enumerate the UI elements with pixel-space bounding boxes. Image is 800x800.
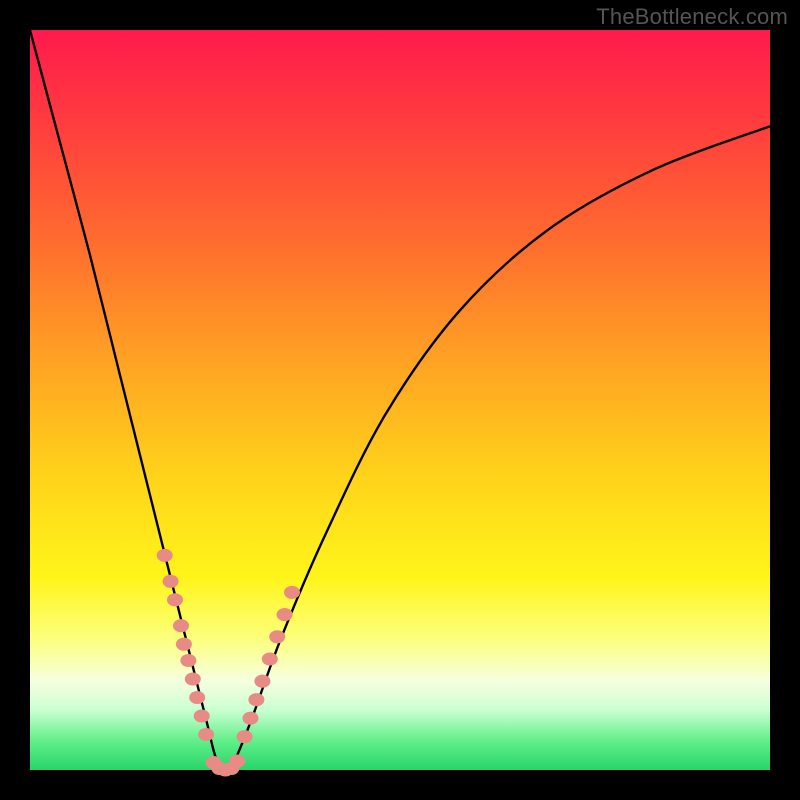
data-point [176, 638, 192, 651]
data-point [180, 654, 196, 667]
data-point [185, 672, 201, 685]
bottleneck-curve [30, 30, 770, 772]
data-point [262, 652, 278, 665]
data-point [167, 593, 183, 606]
data-point [229, 755, 245, 768]
data-point [189, 691, 205, 704]
data-point [237, 730, 253, 743]
data-point [173, 619, 189, 632]
watermark-text: TheBottleneck.com [596, 4, 788, 30]
data-point-cluster [157, 549, 300, 777]
data-point [163, 575, 179, 588]
plot-area [30, 30, 770, 770]
data-point [277, 608, 293, 621]
chart-frame: TheBottleneck.com [0, 0, 800, 800]
chart-svg [30, 30, 770, 770]
data-point [254, 675, 270, 688]
data-point [198, 728, 214, 741]
data-point [194, 709, 210, 722]
data-point [248, 693, 264, 706]
data-point [243, 712, 259, 725]
data-point [269, 630, 285, 643]
data-point [157, 549, 173, 562]
data-point [284, 586, 300, 599]
